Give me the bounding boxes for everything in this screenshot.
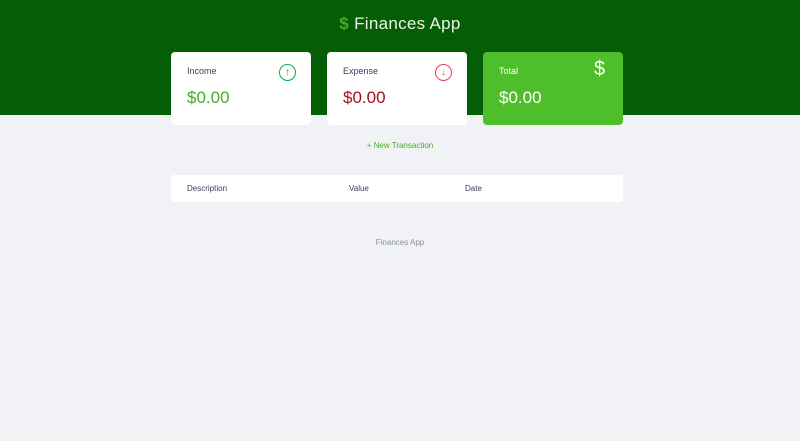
new-transaction-link[interactable]: + New Transaction bbox=[0, 141, 800, 150]
total-value: $0.00 bbox=[499, 88, 542, 107]
dollar-icon: $ bbox=[593, 58, 606, 80]
expense-value: $0.00 bbox=[343, 88, 386, 107]
income-value: $0.00 bbox=[187, 88, 230, 107]
transactions-table-header: Description Value Date bbox=[171, 175, 623, 202]
expense-card: Expense $0.00 ↓ bbox=[327, 52, 467, 125]
column-description: Description bbox=[187, 184, 228, 193]
dollar-logo-icon: $ bbox=[339, 14, 350, 33]
footer: Finances App bbox=[375, 238, 425, 247]
app-logo: $ Finances App bbox=[0, 14, 800, 34]
arrow-down-circle-icon: ↓ bbox=[435, 64, 452, 81]
arrow-up-circle-icon: ↑ bbox=[279, 64, 296, 81]
column-value: Value bbox=[349, 184, 369, 193]
total-card: Total $0.00 $ bbox=[483, 52, 623, 125]
app-title: Finances App bbox=[354, 14, 461, 33]
column-date: Date bbox=[465, 184, 482, 193]
summary-cards: Income $0.00 ↑ Expense $0.00 ↓ Total $0.… bbox=[171, 52, 623, 125]
income-card: Income $0.00 ↑ bbox=[171, 52, 311, 125]
